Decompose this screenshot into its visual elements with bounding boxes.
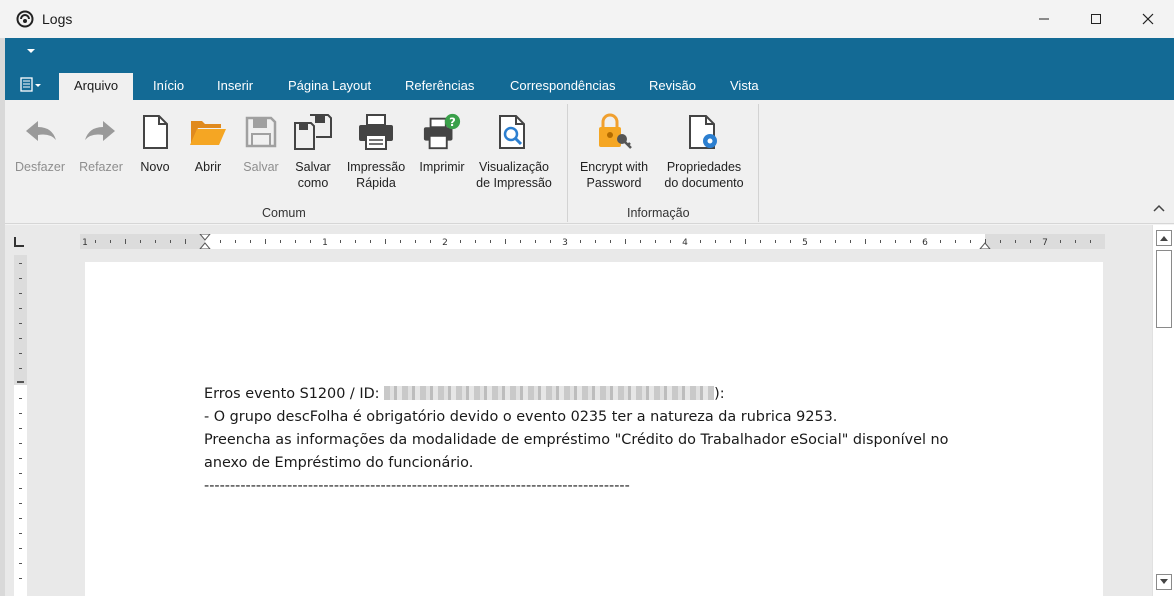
new-document-icon	[143, 115, 168, 149]
quick-print-label: Impressão Rápida	[346, 160, 406, 190]
undo-icon	[26, 121, 56, 141]
undo-label: Desfazer	[14, 160, 66, 174]
vertical-ruler-ticks	[17, 263, 24, 579]
save-button[interactable]: Salvar	[237, 112, 285, 175]
maximize-button[interactable]	[1070, 0, 1122, 38]
save-as-label: Salvar como	[295, 160, 331, 190]
window-title: Logs	[42, 11, 73, 27]
ruler-number: 3	[562, 238, 568, 248]
vertical-ruler[interactable]	[14, 255, 27, 596]
open-button[interactable]: Abrir	[186, 112, 230, 175]
tab-inserir[interactable]: Inserir	[202, 73, 268, 100]
tab-inicio[interactable]: Início	[138, 73, 199, 100]
tab-referencias[interactable]: Referências	[390, 73, 489, 100]
close-icon	[1142, 13, 1154, 25]
instruction-line: anexo de Empréstimo do funcionário.	[204, 455, 474, 471]
redo-label: Refazer	[79, 160, 123, 174]
ruler-number: 4	[682, 238, 688, 248]
save-label: Salvar	[243, 160, 279, 174]
logs-app-icon	[16, 10, 34, 28]
save-as-button[interactable]: Salvar como	[289, 112, 337, 191]
ruler-number: 6	[922, 238, 928, 248]
undo-button[interactable]: Desfazer	[11, 112, 69, 175]
ruler-ticks: 1 1 2 3 4 5 6 7	[82, 234, 1091, 249]
redo-icon	[85, 121, 115, 141]
save-as-icon	[294, 114, 332, 150]
open-folder-icon	[190, 121, 226, 145]
quick-access-dropdown[interactable]	[27, 49, 35, 53]
print-preview-button[interactable]: Visualização de Impressão	[471, 112, 557, 191]
print-icon: ?	[423, 113, 461, 150]
title-bar: Logs	[0, 0, 1174, 38]
chevron-up-icon[interactable]	[1152, 202, 1166, 216]
ruler-number: 1	[322, 238, 328, 248]
quick-print-button[interactable]: Impressão Rápida	[340, 112, 412, 191]
vertical-scrollbar[interactable]	[1152, 225, 1174, 596]
redo-button[interactable]: Refazer	[72, 112, 130, 175]
document-properties-button[interactable]: Propriedades do documento	[659, 112, 749, 191]
ribbon-panel: Desfazer Refazer Novo Abrir Salvar Salva…	[5, 100, 1174, 224]
scroll-down-button[interactable]	[1156, 574, 1172, 590]
scroll-up-button[interactable]	[1156, 230, 1172, 246]
application-menu-button[interactable]	[13, 73, 49, 97]
redacted-id	[384, 386, 715, 400]
save-icon	[245, 116, 277, 148]
encrypt-button[interactable]: Encrypt with Password	[573, 112, 655, 191]
group-label-comum: Comum	[262, 206, 306, 220]
group-separator	[567, 104, 568, 222]
quick-print-icon	[359, 114, 393, 150]
document-workspace: 1 1 2 3 4 5 6 7 Erros evento S1200 / ID:…	[5, 225, 1152, 596]
tab-arquivo[interactable]: Arquivo	[59, 73, 134, 100]
error-header-line: Erros evento S1200 / ID: ):	[204, 383, 1084, 406]
ruler-number: 5	[802, 238, 808, 248]
svg-text:?: ?	[449, 115, 456, 129]
print-button[interactable]: ? Imprimir	[414, 112, 470, 175]
quick-access-toolbar	[5, 38, 1174, 67]
scroll-thumb[interactable]	[1156, 250, 1172, 328]
minimize-icon	[1039, 18, 1049, 20]
document-body[interactable]: Erros evento S1200 / ID: ): - O grupo de…	[204, 383, 1084, 498]
tab-pagina-layout[interactable]: Página Layout	[273, 73, 386, 100]
tab-revisao[interactable]: Revisão	[634, 73, 711, 100]
ruler-number: 1	[82, 238, 88, 248]
close-button[interactable]	[1122, 0, 1174, 38]
application-menu-icon	[20, 77, 41, 92]
new-button[interactable]: Novo	[133, 112, 177, 175]
document-page[interactable]: Erros evento S1200 / ID: ): - O grupo de…	[85, 262, 1103, 596]
open-label: Abrir	[194, 160, 222, 174]
encrypt-label: Encrypt with Password	[579, 160, 649, 190]
document-properties-icon	[689, 115, 717, 149]
print-preview-label: Visualização de Impressão	[476, 160, 552, 190]
group-separator	[758, 104, 759, 222]
instruction-line: Preencha as informações da modalidade de…	[204, 432, 949, 448]
group-label-informacao: Informação	[627, 206, 690, 220]
tab-correspondencias[interactable]: Correspondências	[495, 73, 631, 100]
new-label: Novo	[140, 160, 170, 174]
tab-stop-selector[interactable]	[14, 237, 24, 247]
minimize-button[interactable]	[1018, 0, 1070, 38]
maximize-icon	[1091, 14, 1101, 24]
error-header-text: Erros evento S1200 / ID:	[204, 386, 385, 402]
horizontal-ruler[interactable]: 1 1 2 3 4 5 6 7	[80, 234, 1105, 249]
error-detail-line: - O grupo descFolha é obrigatório devido…	[204, 409, 838, 425]
error-header-suffix: ):	[714, 386, 725, 402]
chevron-up-icon	[1160, 236, 1168, 241]
document-properties-label: Propriedades do documento	[664, 160, 744, 190]
ruler-number: 2	[442, 238, 448, 248]
separator-line: ----------------------------------------…	[204, 478, 630, 494]
ribbon-tabs: Arquivo Início Inserir Página Layout Ref…	[5, 67, 1174, 100]
tab-vista[interactable]: Vista	[715, 73, 774, 100]
lock-key-icon	[599, 113, 632, 149]
ruler-number: 7	[1042, 238, 1048, 248]
chevron-down-icon	[1160, 579, 1168, 584]
print-label: Imprimir	[419, 160, 465, 174]
print-preview-icon	[499, 115, 525, 149]
